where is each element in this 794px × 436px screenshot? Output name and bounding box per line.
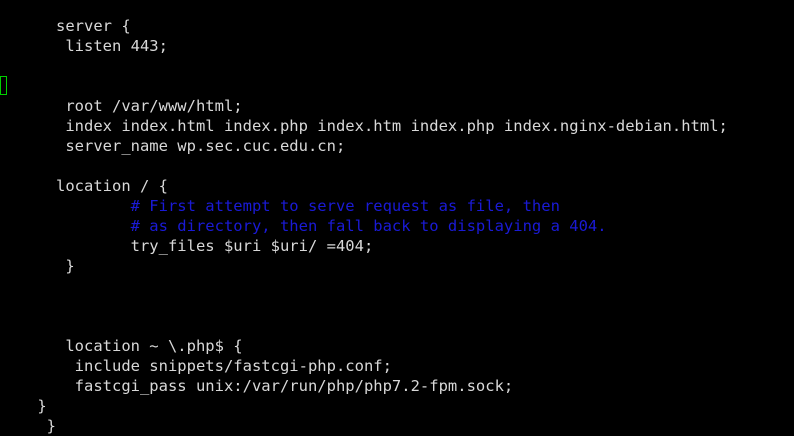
code-line-21: } xyxy=(0,417,56,435)
code-line-13: } xyxy=(0,257,75,275)
code-comment-line-2: # as directory, then fall back to displa… xyxy=(0,217,607,235)
code-line-2: listen 443; xyxy=(0,37,168,55)
code-line-1: server { xyxy=(0,17,131,35)
code-line-20: } xyxy=(0,397,47,415)
code-line-5: root /var/www/html; xyxy=(0,97,243,115)
code-line-9: location / { xyxy=(0,177,168,195)
code-line-7: server_name wp.sec.cuc.edu.cn; xyxy=(0,137,346,155)
terminal-editor[interactable]: server { listen 443; root /var/www/html;… xyxy=(0,0,794,436)
code-line-17: location ~ \.php$ { xyxy=(0,337,243,355)
code-line-18: include snippets/fastcgi-php.conf; xyxy=(0,357,392,375)
code-comment-line-1: # First attempt to serve request as file… xyxy=(0,197,560,215)
code-line-6: index index.html index.php index.htm ind… xyxy=(0,117,728,135)
code-line-12: try_files $uri $uri/ =404; xyxy=(0,237,374,255)
text-cursor xyxy=(0,76,7,95)
code-line-19: fastcgi_pass unix:/var/run/php/php7.2-fp… xyxy=(0,377,514,395)
